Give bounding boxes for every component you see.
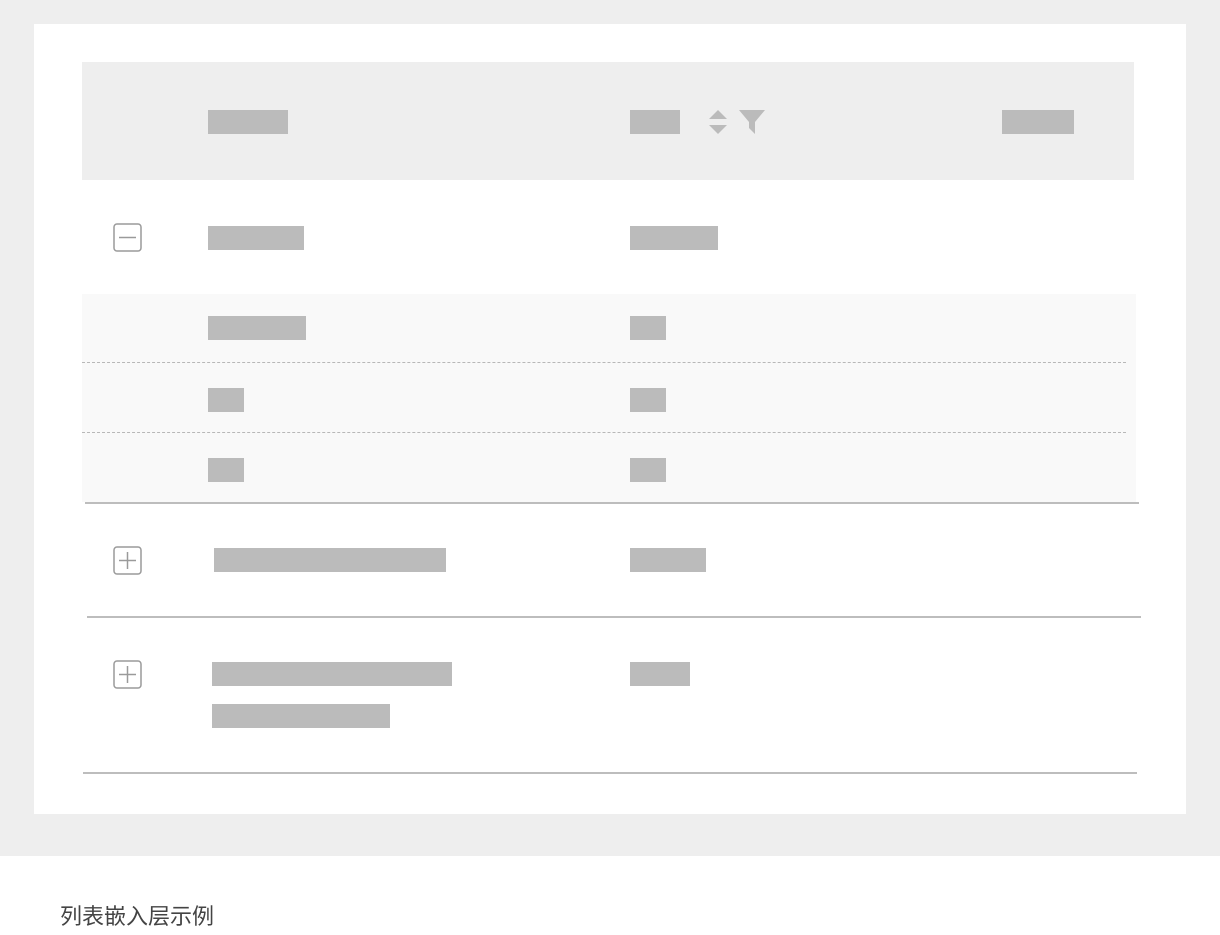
row-1-name-cell xyxy=(208,226,304,250)
collapse-row-button[interactable] xyxy=(113,223,142,252)
plus-square-icon xyxy=(113,546,142,575)
row-2-value-cell xyxy=(630,548,706,572)
nested-row-2-name xyxy=(208,388,244,412)
nested-row-3-name xyxy=(208,458,244,482)
header-cell-name[interactable] xyxy=(208,110,288,134)
row-2-name-cell xyxy=(214,548,446,572)
expand-row-button[interactable] xyxy=(113,546,142,575)
row-divider xyxy=(85,502,1139,504)
nested-divider xyxy=(82,362,1126,363)
plus-square-icon xyxy=(113,660,142,689)
row-1-value-cell xyxy=(630,226,718,250)
nested-divider xyxy=(82,432,1126,433)
nested-row-3-value xyxy=(630,458,666,482)
header-cell-sortable[interactable] xyxy=(630,110,680,134)
nested-row-2-value xyxy=(630,388,666,412)
minus-square-icon xyxy=(113,223,142,252)
header-cell-third[interactable] xyxy=(1002,110,1074,134)
row-3-name-line-2 xyxy=(212,704,390,728)
row-divider xyxy=(87,616,1141,618)
nested-row-1-name xyxy=(208,316,306,340)
sort-icon[interactable] xyxy=(708,109,728,135)
row-3-name-line-1 xyxy=(212,662,452,686)
row-3-value-cell xyxy=(630,662,690,686)
nested-row-1-value xyxy=(630,316,666,340)
filter-icon[interactable] xyxy=(738,108,766,136)
row-divider xyxy=(83,772,1137,774)
expand-row-button[interactable] xyxy=(113,660,142,689)
